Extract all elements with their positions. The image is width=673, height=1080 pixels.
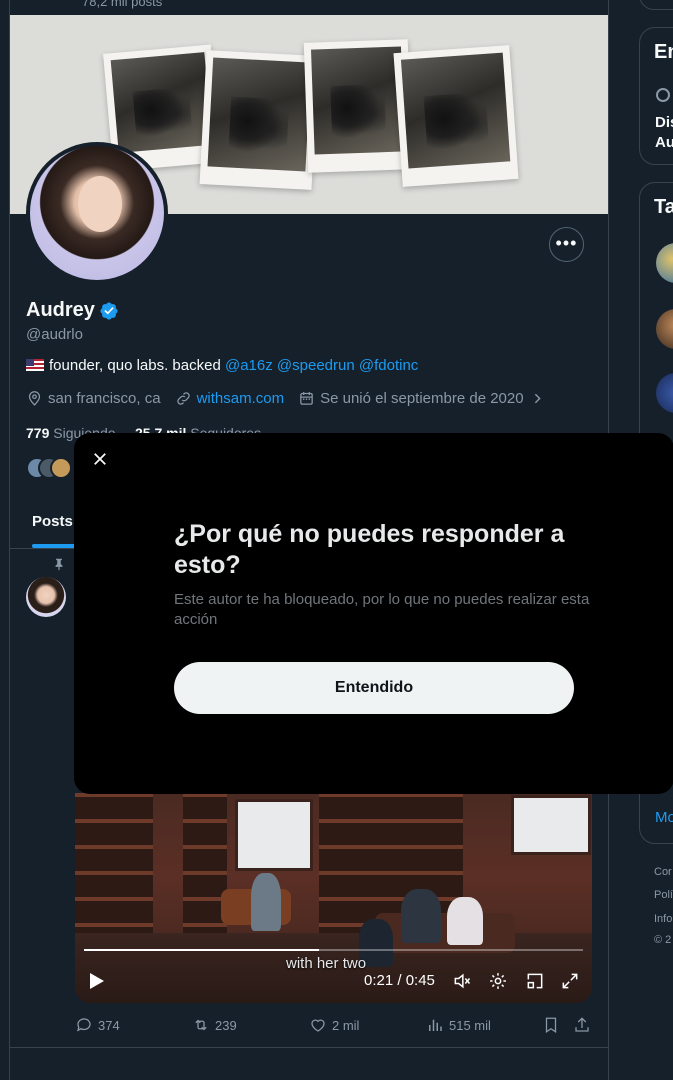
profile-name: Audrey	[26, 299, 95, 321]
bio-mention-link[interactable]: @a16z	[225, 357, 273, 374]
joined-text: Se unió el septiembre de 2020	[320, 390, 524, 407]
trending-card: En Dis Au	[639, 27, 673, 165]
repost-button[interactable]: 239	[192, 1016, 237, 1034]
link-icon	[176, 392, 190, 405]
us-flag-icon	[26, 359, 44, 371]
share-icon	[575, 1017, 589, 1032]
post-count: 78,2 mil posts	[82, 0, 163, 9]
show-more-link[interactable]: Mo	[655, 809, 673, 826]
banner-photo	[199, 50, 319, 190]
location-pin-icon	[28, 391, 41, 406]
bar-chart-icon	[429, 1019, 442, 1031]
footer-link[interactable]: Polí	[654, 889, 673, 901]
profile-avatar[interactable]	[26, 142, 168, 284]
views-button[interactable]: 515 mil	[426, 1016, 491, 1034]
card-title: Ta	[654, 196, 673, 218]
reply-count: 374	[98, 1017, 120, 1033]
bio-mention-link[interactable]: @speedrun	[277, 357, 355, 374]
following-count[interactable]: 779	[26, 425, 49, 441]
footer-copyright: © 2	[654, 934, 672, 946]
mute-icon[interactable]	[452, 971, 472, 991]
video-scene	[375, 913, 515, 953]
avatar[interactable]	[656, 309, 673, 349]
video-scene	[511, 795, 591, 855]
video-progress-bar[interactable]	[84, 949, 583, 951]
video-scene	[401, 889, 441, 943]
banner-photo	[393, 45, 519, 187]
like-button[interactable]: 2 mil	[309, 1016, 359, 1034]
profile-name-row: Audrey	[26, 299, 119, 322]
repost-icon	[195, 1019, 207, 1031]
pin-icon	[55, 558, 63, 571]
website-item[interactable]: withsam.com	[175, 390, 285, 407]
verified-badge-icon[interactable]	[99, 301, 119, 321]
bookmark-icon	[545, 1017, 557, 1033]
bio-text: founder, quo labs. backed	[49, 357, 225, 374]
video-time: 0:21 / 0:45	[364, 972, 435, 989]
bookmark-button[interactable]	[542, 1016, 560, 1034]
more-options-button[interactable]: •••	[549, 227, 584, 262]
close-icon	[94, 453, 106, 465]
trend-text[interactable]: Dis	[655, 114, 673, 131]
calendar-icon	[300, 392, 313, 405]
website-link[interactable]: withsam.com	[197, 390, 285, 407]
video-scene	[235, 799, 313, 871]
footer-link[interactable]: Cor	[654, 866, 672, 878]
video-controls: 0:21 / 0:45	[75, 957, 592, 1003]
trend-text[interactable]: Au	[655, 134, 673, 151]
globe-icon	[656, 88, 670, 102]
avatar	[50, 457, 72, 479]
close-button[interactable]	[86, 445, 114, 473]
play-icon[interactable]	[89, 972, 105, 990]
video-scene	[251, 873, 281, 931]
repost-count: 239	[215, 1017, 237, 1033]
avatar[interactable]	[656, 373, 673, 413]
dialog-subtitle: Este autor te ha bloqueado, por lo que n…	[174, 591, 590, 628]
footer-link[interactable]: Info	[654, 913, 672, 925]
video-player[interactable]: with her two 0:21 / 0:45	[75, 793, 592, 1003]
tweet-author-avatar[interactable]	[26, 577, 66, 617]
video-scene	[447, 897, 483, 945]
fullscreen-icon[interactable]	[560, 971, 580, 991]
card-title: En	[654, 41, 673, 63]
profile-handle: @audrlo	[26, 326, 83, 343]
video-scene	[75, 793, 153, 943]
location-text: san francisco, ca	[48, 390, 161, 407]
video-scene	[183, 793, 227, 943]
blocked-reply-dialog: ¿Por qué no puedes responder a esto? Est…	[74, 433, 673, 794]
followed-by-avatars[interactable]	[26, 457, 72, 479]
location-item: san francisco, ca	[26, 390, 161, 407]
chevron-right-icon	[534, 393, 541, 404]
profile-meta: san francisco, ca withsam.com Se unió el…	[26, 390, 546, 407]
like-count: 2 mil	[332, 1017, 360, 1033]
more-horizontal-icon: •••	[555, 233, 578, 253]
tab-posts[interactable]: Posts	[32, 513, 73, 530]
bio-mention-link[interactable]: @fdotinc	[359, 357, 418, 374]
dialog-title: ¿Por qué no puedes responder a esto?	[174, 520, 565, 579]
divider	[10, 1047, 608, 1048]
settings-gear-icon[interactable]	[488, 971, 508, 991]
video-progress-fill	[84, 949, 319, 951]
heart-icon	[311, 1019, 325, 1032]
profile-bio: founder, quo labs. backed @a16z @speedru…	[26, 357, 418, 374]
got-it-button[interactable]: Entendido	[174, 662, 574, 714]
joined-item[interactable]: Se unió el septiembre de 2020	[298, 390, 545, 407]
reply-icon	[77, 1018, 91, 1032]
share-button[interactable]	[573, 1016, 591, 1034]
avatar[interactable]	[656, 243, 673, 283]
views-count: 515 mil	[449, 1017, 491, 1033]
search-card	[639, 0, 673, 10]
reply-button[interactable]: 374	[75, 1016, 120, 1034]
picture-in-picture-icon[interactable]	[525, 971, 545, 991]
